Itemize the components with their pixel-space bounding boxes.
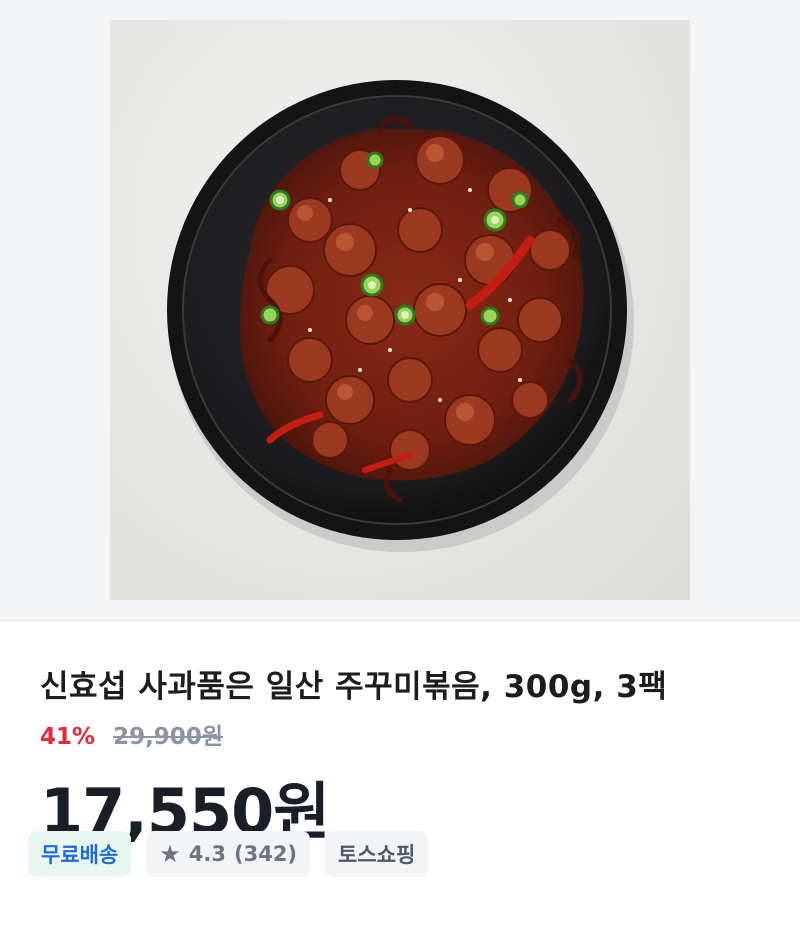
shop-name: 토스쇼핑 (338, 843, 416, 867)
free-shipping-badge: 무료배송 (28, 831, 132, 877)
shop-badge[interactable]: 토스쇼핑 (325, 831, 429, 877)
price-discount-row: 41% 29,900원 (40, 717, 223, 751)
badge-row: 무료배송 ★ 4.3 (342) 토스쇼핑 (28, 831, 429, 877)
rating-badge[interactable]: ★ 4.3 (342) (146, 831, 311, 877)
original-price: 29,900원 (113, 724, 223, 750)
review-count: (342) (234, 842, 298, 866)
octopus-dish-illustration (167, 80, 634, 552)
star-icon: ★ (159, 840, 181, 868)
rating-value: 4.3 (188, 842, 226, 866)
product-image-area (0, 0, 800, 621)
product-image[interactable] (110, 20, 690, 600)
discount-rate: 41% (40, 724, 96, 750)
free-shipping-label: 무료배송 (41, 843, 119, 867)
product-title[interactable]: 신효섭 사과품은 일산 주꾸미볶음, 300g, 3팩 (40, 661, 667, 706)
